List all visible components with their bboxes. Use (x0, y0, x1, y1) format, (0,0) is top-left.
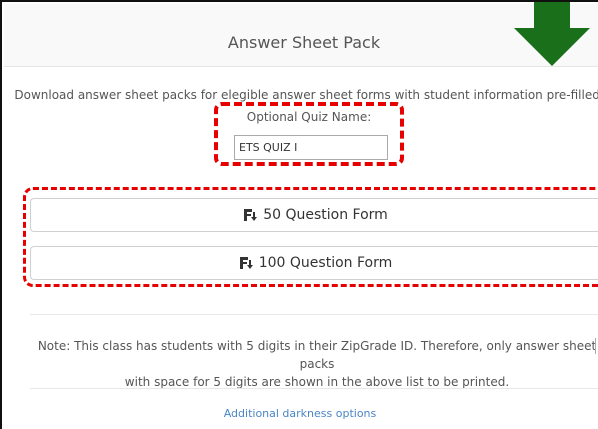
panel-header: Answer Sheet Pack (4, 4, 598, 67)
form-download-icon (244, 209, 258, 221)
note-line-1: Note: This class has students with 5 dig… (37, 339, 597, 371)
form-download-icon (239, 257, 253, 269)
divider (30, 388, 598, 389)
panel-title: Answer Sheet Pack (227, 33, 381, 52)
text-cursor (595, 338, 596, 354)
form-50-label: 50 Question Form (263, 207, 388, 223)
quiz-name-input[interactable] (234, 135, 388, 160)
additional-darkness-link[interactable]: Additional darkness options (2, 407, 598, 420)
form-100-label: 100 Question Form (258, 255, 393, 271)
quiz-name-label: Optional Quiz Name: (246, 110, 372, 124)
pack-description: Download answer sheet packs for elegible… (14, 88, 598, 102)
digits-note: Note: This class has students with 5 dig… (32, 337, 598, 391)
down-arrow-annotation-icon (514, 2, 590, 66)
divider (30, 314, 598, 315)
answer-sheet-pack-panel: Answer Sheet Pack Download answer sheet … (0, 0, 598, 429)
form-50-button[interactable]: 50 Question Form (30, 198, 598, 232)
form-100-button[interactable]: 100 Question Form (30, 246, 598, 280)
